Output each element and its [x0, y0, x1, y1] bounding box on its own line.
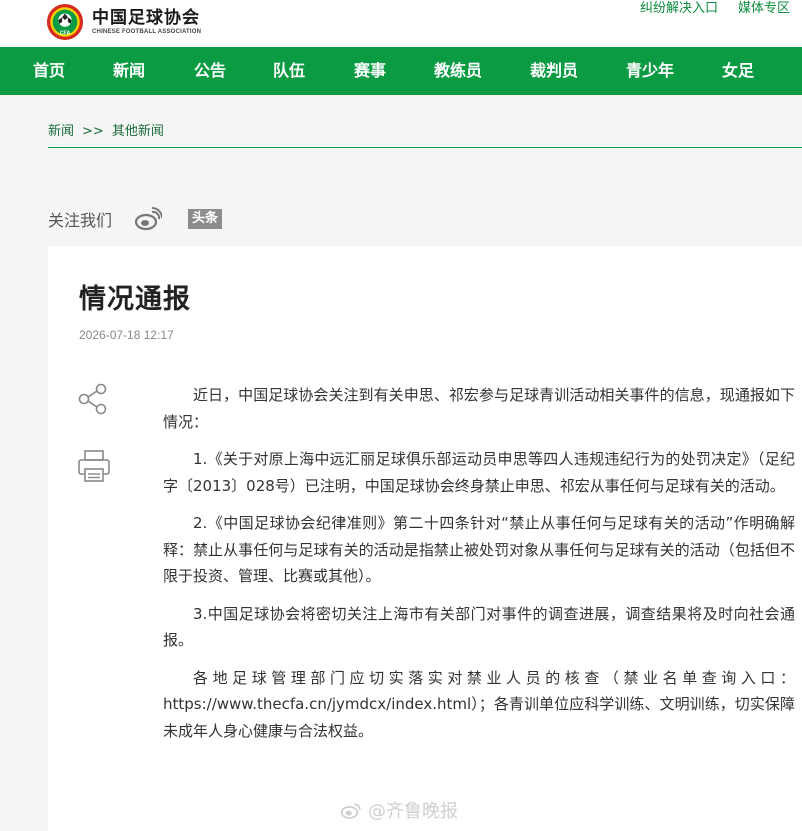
nav-item-teams[interactable]: 队伍: [273, 47, 305, 95]
article-content: 近日，中国足球协会关注到有关申思、祁宏参与足球青训活动相关事件的信息，现通报如下…: [163, 382, 795, 755]
logo-subtitle: CHINESE FOOTBALL ASSOCIATION: [92, 29, 202, 35]
cfa-logo[interactable]: CFA 中国足球协会 CHINESE FOOTBALL ASSOCIATION: [46, 2, 201, 42]
print-icon[interactable]: [76, 448, 112, 484]
breadcrumb-separator: >>: [82, 124, 104, 139]
nav-item-news[interactable]: 新闻: [113, 47, 145, 95]
breadcrumb-news[interactable]: 新闻: [48, 124, 74, 139]
nav-item-coaches[interactable]: 教练员: [434, 47, 482, 95]
cfa-badge-icon: CFA: [46, 3, 84, 41]
share-icon[interactable]: [76, 382, 110, 416]
paragraph: 近日，中国足球协会关注到有关申思、祁宏参与足球青训活动相关事件的信息，现通报如下…: [163, 386, 795, 431]
top-bar: CFA 中国足球协会 CHINESE FOOTBALL ASSOCIATION …: [0, 0, 802, 47]
article-date: 2026-07-18 12:17: [79, 328, 174, 342]
logo-text: 中国足球协会 CHINESE FOOTBALL ASSOCIATION: [92, 8, 201, 36]
article-title: 情况通报: [79, 284, 191, 315]
paragraph: 2.《中国足球协会纪律准则》第二十四条针对“禁止从事任何与足球有关的活动”作明确…: [163, 514, 795, 585]
media-zone-link[interactable]: 媒体专区: [738, 0, 790, 18]
paragraph: 1.《关于对原上海中远汇丽足球俱乐部运动员申思等四人违规违纪行为的处罚决定》（足…: [163, 450, 795, 495]
nav-item-notices[interactable]: 公告: [194, 47, 226, 95]
follow-label: 关注我们: [48, 211, 113, 230]
badge-text: CFA: [60, 30, 71, 36]
nav-item-events[interactable]: 赛事: [354, 47, 386, 95]
watermark-text: @齐鲁晚报: [368, 801, 458, 822]
breadcrumb-other-news[interactable]: 其他新闻: [112, 124, 164, 139]
nav-item-home[interactable]: 首页: [33, 47, 65, 95]
weibo-watermark-icon: [340, 803, 361, 819]
nav-item-youth[interactable]: 青少年: [626, 47, 674, 95]
dispute-resolution-link[interactable]: 纠纷解决入口: [640, 0, 718, 18]
watermark: @齐鲁晚报: [340, 797, 458, 823]
nav-item-womens[interactable]: 女足: [722, 47, 754, 95]
toutiao-icon[interactable]: 头条: [188, 209, 223, 229]
nav-item-referees[interactable]: 裁判员: [530, 47, 578, 95]
paragraph: 各地足球管理部门应切实落实对禁业人员的核查（禁业名单查询入口：https://w…: [163, 668, 795, 740]
logo-title: 中国足球协会: [92, 8, 200, 28]
breadcrumb: 新闻 >> 其他新闻: [48, 122, 802, 148]
follow-us: 关注我们 头条: [48, 205, 223, 233]
weibo-icon[interactable]: [134, 207, 163, 231]
article: 情况通报 2026-07-18 12:17 近日，中国足球协会关注到有关申思、祁…: [48, 246, 802, 831]
main-nav: 首页 新闻 公告 队伍 赛事 教练员 裁判员 青少年 女足: [0, 47, 802, 95]
paragraph: 3.中国足球协会将密切关注上海市有关部门对事件的调查进展，调查结果将及时向社会通…: [163, 604, 795, 650]
